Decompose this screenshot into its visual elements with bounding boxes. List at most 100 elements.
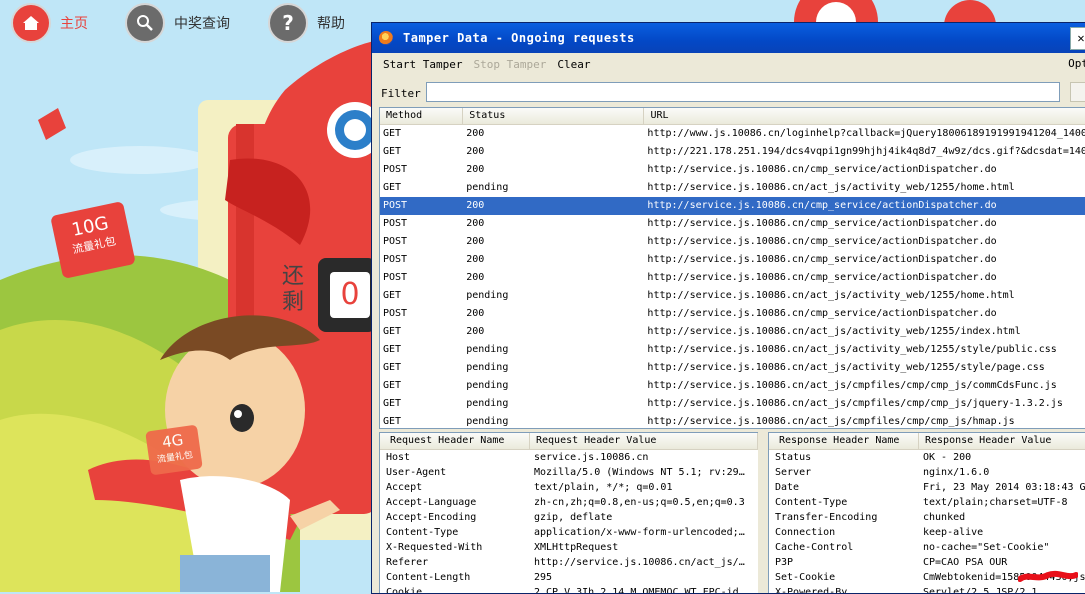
request-method: GET [383, 182, 402, 193]
request-status: pending [466, 416, 509, 427]
request-url: http://service.js.10086.cn/act_js/activi… [647, 326, 1021, 337]
filter-input[interactable] [426, 82, 1060, 102]
request-url: http://service.js.10086.cn/cmp_service/a… [647, 272, 997, 283]
column-status[interactable]: Status [463, 108, 645, 124]
request-method: POST [383, 272, 408, 283]
request-method: POST [383, 164, 408, 175]
request-row[interactable]: GET pending http://service.js.10086.cn/act… [380, 359, 1085, 377]
request-header-value: XMLHttpRequest [534, 542, 619, 553]
response-header-row[interactable]: P3P CP=CAO PSA OUR [769, 555, 1085, 570]
request-header-row[interactable]: Accept-Language zh-cn,zh;q=0.8,en-us;q=0.… [380, 495, 758, 510]
requests-table[interactable]: Method Status URL GET 200 http://www.js.10… [379, 107, 1085, 429]
request-status: 200 [466, 128, 485, 139]
request-header-row[interactable]: Accept-Encoding gzip, deflate [380, 510, 758, 525]
request-url: http://www.js.10086.cn/loginhelp?callbac… [647, 128, 1085, 139]
response-header-row[interactable]: Transfer-Encoding chunked [769, 510, 1085, 525]
nav-help-label: 帮助 [317, 16, 345, 32]
response-header-row[interactable]: Content-Type text/plain;charset=UTF-8 [769, 495, 1085, 510]
request-row[interactable]: POST 200 http://service.js.10086.cn/cmp_se… [380, 233, 1085, 251]
response-header-row[interactable]: Status OK - 200 [769, 450, 1085, 465]
request-headers-pane[interactable]: Request Header Name Request Header Value… [379, 432, 759, 593]
request-row[interactable]: GET pending http://service.js.10086.cn/act… [380, 287, 1085, 305]
request-headers-header: Request Header Name Request Header Value [380, 433, 758, 450]
request-method: GET [383, 344, 402, 355]
request-header-name: Accept-Language [386, 497, 477, 508]
column-response-header-value[interactable]: Response Header Value [919, 433, 1085, 449]
response-header-value: OK - 200 [923, 452, 972, 463]
request-row[interactable]: POST 200 http://service.js.10086.cn/cmp_se… [380, 215, 1085, 233]
response-header-value: chunked [923, 512, 966, 523]
request-url: http://service.js.10086.cn/cmp_service/a… [647, 254, 997, 265]
nav-help[interactable]: ? 帮助 [268, 3, 345, 43]
request-url: http://service.js.10086.cn/act_js/activi… [647, 344, 1057, 355]
remaining-label: 还剩 [282, 264, 305, 315]
response-header-name: Cache-Control [775, 542, 854, 553]
column-method[interactable]: Method [380, 108, 464, 124]
request-header-row[interactable]: Accept text/plain, */*; q=0.01 [380, 480, 758, 495]
response-header-name: Connection [775, 527, 836, 538]
nav-lottery-label: 中奖查询 [174, 16, 230, 32]
request-header-row[interactable]: Cookie 2_CP_V_3Ih_2_14_M_OMEMOC_WT_FPC-id… [380, 585, 758, 593]
request-header-row[interactable]: Content-Type application/x-www-form-urlen… [380, 525, 758, 540]
response-header-row[interactable]: Server nginx/1.6.0 [769, 465, 1085, 480]
request-header-value: application/x-www-form-urlencoded;… [534, 527, 745, 538]
request-header-name: X-Requested-With [386, 542, 483, 553]
pane-splitter[interactable] [758, 432, 766, 593]
request-header-row[interactable]: Content-Length 295 [380, 570, 758, 585]
window-titlebar[interactable]: Tamper Data - Ongoing requests ✕ [372, 23, 1085, 53]
column-request-header-name[interactable]: Request Header Name [380, 433, 530, 449]
response-header-value: text/plain;charset=UTF-8 [923, 497, 1068, 508]
request-row[interactable]: GET pending http://service.js.10086.cn/act… [380, 341, 1085, 359]
stop-tamper-button[interactable]: Stop Tamper [473, 58, 546, 71]
filter-row: Filter [372, 80, 1085, 106]
options-button[interactable]: Opt [1068, 57, 1085, 70]
request-row[interactable]: POST 200 http://service.js.10086.cn/cmp_se… [380, 197, 1085, 215]
response-header-row[interactable]: Cache-Control no-cache="Set-Cookie" [769, 540, 1085, 555]
request-row[interactable]: POST 200 http://service.js.10086.cn/cmp_se… [380, 269, 1085, 287]
nav-lottery-query[interactable]: 中奖查询 [125, 3, 230, 43]
clear-button[interactable]: Clear [557, 58, 590, 71]
search-icon [125, 3, 165, 43]
request-header-row[interactable]: User-Agent Mozilla/5.0 (Windows NT 5.1; r… [380, 465, 758, 480]
request-status: 200 [466, 308, 485, 319]
close-button[interactable]: ✕ [1070, 27, 1085, 50]
filter-button[interactable] [1070, 82, 1085, 102]
request-row[interactable]: GET pending http://service.js.10086.cn/act… [380, 179, 1085, 197]
window-title: Tamper Data - Ongoing requests [403, 31, 635, 45]
request-row[interactable]: GET pending http://service.js.10086.cn/act… [380, 395, 1085, 413]
request-row[interactable]: POST 200 http://service.js.10086.cn/cmp_se… [380, 251, 1085, 269]
request-row[interactable]: POST 200 http://service.js.10086.cn/cmp_se… [380, 305, 1085, 323]
request-method: POST [383, 254, 408, 265]
response-header-row[interactable]: Connection keep-alive [769, 525, 1085, 540]
nav-home[interactable]: 主页 [11, 3, 88, 43]
request-status: 200 [466, 254, 485, 265]
request-status: 200 [466, 236, 485, 247]
request-header-row[interactable]: Host service.js.10086.cn [380, 450, 758, 465]
column-url[interactable]: URL [644, 108, 1085, 124]
request-row[interactable]: POST 200 http://service.js.10086.cn/cmp_se… [380, 161, 1085, 179]
request-row[interactable]: GET 200 http://221.178.251.194/dcs4vqpi1gn… [380, 143, 1085, 161]
response-header-row[interactable]: Date Fri, 23 May 2014 03:18:43 G [769, 480, 1085, 495]
request-url: http://service.js.10086.cn/cmp_service/a… [647, 164, 997, 175]
request-header-row[interactable]: Referer http://service.js.10086.cn/act_js… [380, 555, 758, 570]
request-header-value: Mozilla/5.0 (Windows NT 5.1; rv:29… [534, 467, 745, 478]
requests-table-body: GET 200 http://www.js.10086.cn/loginhelp?c… [380, 125, 1085, 428]
gift-4g-box[interactable]: 4G 流量礼包 [145, 424, 203, 476]
column-request-header-value[interactable]: Request Header Value [530, 433, 758, 449]
column-response-header-name[interactable]: Response Header Name [769, 433, 919, 449]
request-row[interactable]: GET 200 http://www.js.10086.cn/loginhelp?c… [380, 125, 1085, 143]
countdown-counter: 0 [318, 258, 376, 332]
request-row[interactable]: GET pending http://service.js.10086.cn/act… [380, 377, 1085, 395]
request-url: http://service.js.10086.cn/act_js/cmpfil… [647, 398, 1063, 409]
response-header-name: Date [775, 482, 800, 493]
request-row[interactable]: GET 200 http://service.js.10086.cn/act_js/… [380, 323, 1085, 341]
request-header-row[interactable]: X-Requested-With XMLHttpRequest [380, 540, 758, 555]
request-status: pending [466, 182, 509, 193]
request-row[interactable]: GET pending http://service.js.10086.cn/act… [380, 413, 1085, 428]
start-tamper-button[interactable]: Start Tamper [383, 58, 462, 71]
response-header-value: CP=CAO PSA OUR [923, 557, 1008, 568]
response-header-row[interactable]: X-Powered-By Servlet/2.5 JSP/2.1 [769, 585, 1085, 593]
request-header-name: Accept [386, 482, 423, 493]
request-url: http://service.js.10086.cn/act_js/activi… [647, 182, 1015, 193]
response-header-name: Status [775, 452, 812, 463]
